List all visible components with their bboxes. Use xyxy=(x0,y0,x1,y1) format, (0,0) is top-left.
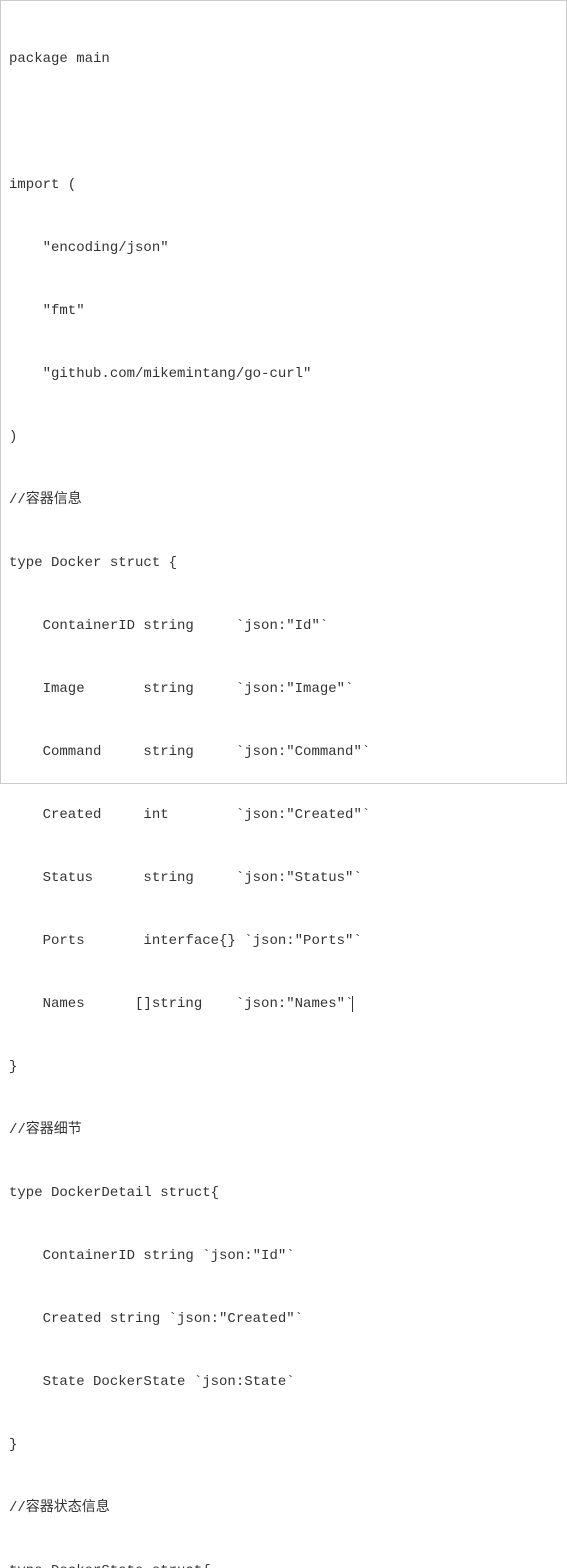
code-line: ContainerID string `json:"Id"` xyxy=(9,1246,558,1267)
code-line: type DockerState struct{ xyxy=(9,1561,558,1568)
code-line: State DockerState `json:State` xyxy=(9,1372,558,1393)
code-line: "github.com/mikemintang/go-curl" xyxy=(9,364,558,385)
code-line: } xyxy=(9,1057,558,1078)
code-line: import ( xyxy=(9,175,558,196)
code-line: //容器状态信息 xyxy=(9,1498,558,1519)
code-line: ) xyxy=(9,427,558,448)
code-line: Image string `json:"Image"` xyxy=(9,679,558,700)
code-line xyxy=(9,112,558,133)
code-line: //容器细节 xyxy=(9,1120,558,1141)
code-line: Created int `json:"Created"` xyxy=(9,805,558,826)
code-line: package main xyxy=(9,49,558,70)
code-line: "encoding/json" xyxy=(9,238,558,259)
code-line: Command string `json:"Command"` xyxy=(9,742,558,763)
code-line: Created string `json:"Created"` xyxy=(9,1309,558,1330)
code-editor[interactable]: package main import ( "encoding/json" "f… xyxy=(0,0,567,784)
code-line: Ports interface{} `json:"Ports"` xyxy=(9,931,558,952)
code-line: Status string `json:"Status"` xyxy=(9,868,558,889)
code-line: type Docker struct { xyxy=(9,553,558,574)
code-line: } xyxy=(9,1435,558,1456)
code-line: "fmt" xyxy=(9,301,558,322)
code-line: type DockerDetail struct{ xyxy=(9,1183,558,1204)
code-line-cursor: Names []string `json:"Names"` xyxy=(9,994,558,1015)
code-line: ContainerID string `json:"Id"` xyxy=(9,616,558,637)
code-line: //容器信息 xyxy=(9,490,558,511)
